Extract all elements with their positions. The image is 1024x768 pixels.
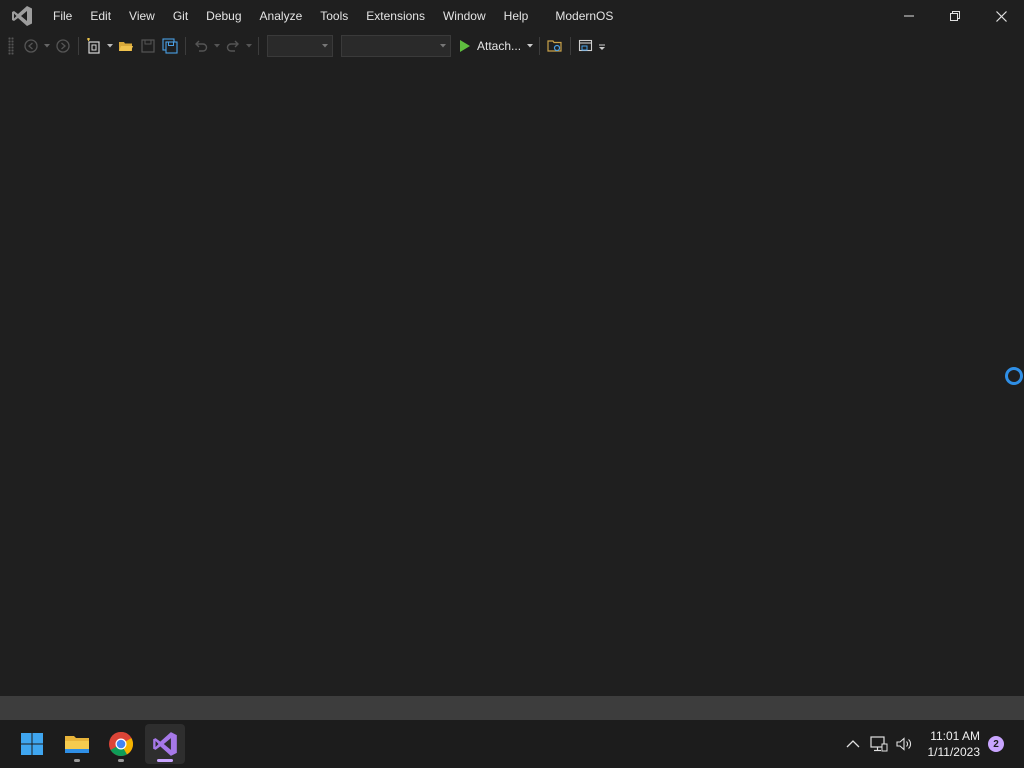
chevron-down-icon [214,44,220,48]
play-icon [460,40,470,52]
new-project-icon [87,38,100,54]
title-bar: File Edit View Git Debug Analyze Tools E… [0,0,1024,32]
navigate-back-icon [24,39,38,53]
chevron-down-icon [527,44,534,48]
minimize-icon [904,15,914,17]
system-tray: 11:01 AM 1/11/2023 2 [840,720,1024,768]
minimize-button[interactable] [886,0,932,32]
start-button[interactable] [12,724,52,764]
running-indicator [118,759,124,762]
toolbar-overflow-icon [599,44,606,50]
notification-badge[interactable]: 2 [988,736,1004,752]
redo-icon [226,40,239,52]
window-layout-button[interactable] [576,35,596,57]
toolbar-separator [570,37,572,55]
taskbar-chrome[interactable] [101,724,141,764]
show-hidden-icons-button[interactable] [840,729,866,759]
navigate-forward-icon [56,39,70,53]
save-button[interactable] [138,35,158,57]
menu-bar: File Edit View Git Debug Analyze Tools E… [44,0,537,32]
new-project-dropdown[interactable] [105,35,115,57]
menu-help[interactable]: Help [495,0,538,32]
navigate-back-dropdown[interactable] [42,35,52,57]
undo-dropdown[interactable] [212,35,222,57]
window-title: ModernOS [555,9,614,23]
close-button[interactable] [978,0,1024,32]
chrome-icon [109,732,134,757]
visual-studio-logo-icon[interactable] [0,0,44,32]
undo-button[interactable] [191,35,211,57]
open-file-button[interactable] [116,35,136,57]
menu-tools[interactable]: Tools [311,0,357,32]
restore-icon [950,11,960,21]
solution-configuration-combo[interactable] [267,35,333,57]
chevron-down-icon [246,44,252,48]
menu-analyze[interactable]: Analyze [251,0,312,32]
chevron-down-icon [322,44,328,48]
busy-spinner-icon [1005,367,1023,385]
taskbar-file-explorer[interactable] [57,724,97,764]
clock[interactable]: 11:01 AM 1/11/2023 [928,728,981,760]
solution-platform-combo[interactable] [341,35,451,57]
menu-file[interactable]: File [44,0,81,32]
folder-search-icon [547,40,562,52]
network-button[interactable] [866,729,892,759]
chevron-down-icon [440,44,446,48]
volume-icon [895,737,911,751]
chevron-up-icon [846,740,859,748]
attach-label: Attach... [477,39,522,53]
save-icon [141,39,155,53]
solution-explorer-button[interactable] [545,35,565,57]
clock-date: 1/11/2023 [927,745,981,759]
standard-toolbar: Attach... [0,32,1024,60]
open-folder-icon [119,42,133,51]
visual-studio-icon [153,732,177,756]
menu-edit[interactable]: Edit [81,0,120,32]
status-bar [0,696,1024,720]
volume-button[interactable] [892,729,918,759]
attach-button[interactable]: Attach... [455,35,525,57]
toolbar-grip[interactable] [8,37,14,55]
menu-debug[interactable]: Debug [197,0,250,32]
file-explorer-icon [65,736,89,753]
chevron-down-icon [107,44,113,48]
clock-time: 11:01 AM [930,729,980,743]
windows-logo-icon [21,733,43,755]
attach-dropdown[interactable] [525,35,535,57]
network-icon [869,736,887,752]
close-icon [995,10,1007,22]
taskbar-visual-studio[interactable] [145,724,185,764]
save-all-icon [162,38,178,54]
menu-window[interactable]: Window [434,0,495,32]
redo-button[interactable] [223,35,243,57]
toolbar-separator [78,37,79,55]
taskbar: 11:01 AM 1/11/2023 2 [0,720,1024,768]
editor-area [0,60,1024,696]
toolbar-separator [258,37,259,55]
chevron-down-icon [44,44,50,48]
toolbar-separator [185,37,186,55]
menu-view[interactable]: View [120,0,164,32]
menu-extensions[interactable]: Extensions [357,0,434,32]
window-controls [886,0,1024,32]
new-project-button[interactable] [84,35,104,57]
toolbar-separator [539,37,541,55]
redo-dropdown[interactable] [244,35,254,57]
running-indicator [74,759,80,762]
window-layout-icon [578,39,593,52]
toolbar-options-dropdown[interactable] [597,35,607,57]
active-app-indicator [157,759,173,762]
undo-icon [195,40,208,52]
save-all-button[interactable] [160,35,180,57]
navigate-back-button[interactable] [21,35,41,57]
navigate-forward-button[interactable] [53,35,73,57]
restore-button[interactable] [932,0,978,32]
menu-git[interactable]: Git [164,0,197,32]
